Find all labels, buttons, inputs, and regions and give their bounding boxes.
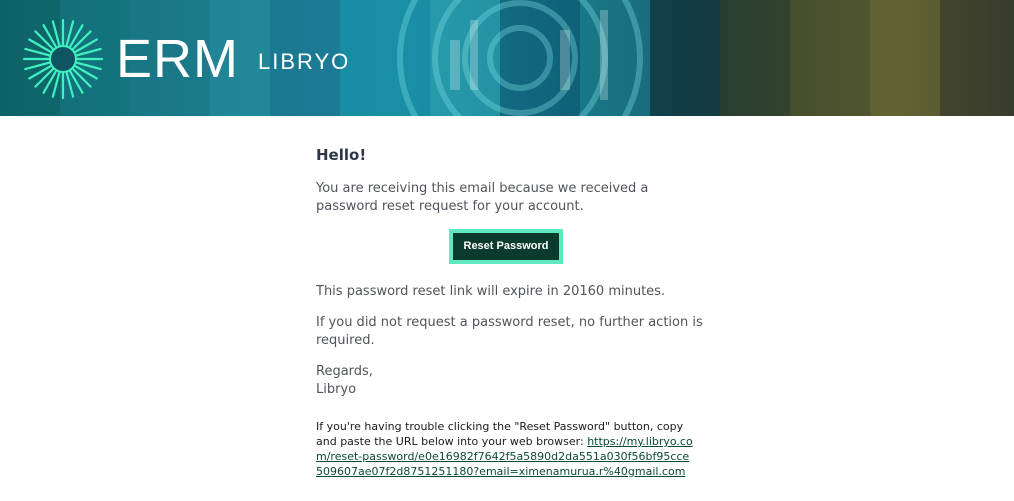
brand-erm: ERM bbox=[116, 29, 239, 89]
header-banner: ERM LIBRYO bbox=[0, 0, 1014, 116]
trouble-note: If you're having trouble clicking the "R… bbox=[316, 419, 696, 479]
button-container: Reset Password bbox=[306, 229, 706, 264]
brand-logo: ERM LIBRYO bbox=[22, 18, 350, 100]
regards-text: Regards, bbox=[316, 364, 373, 379]
sunburst-logo-icon bbox=[22, 18, 104, 100]
greeting: Hello! bbox=[316, 146, 367, 164]
brand-libryo: LIBRYO bbox=[258, 49, 351, 74]
reset-password-button[interactable]: Reset Password bbox=[448, 229, 564, 264]
signature-text: Libryo bbox=[316, 382, 357, 397]
intro-text: You are receiving this email because we … bbox=[316, 181, 649, 214]
email-body: Hello! You are receiving this email beca… bbox=[316, 140, 706, 479]
brand-divider bbox=[253, 37, 254, 81]
expiry-text: This password reset link will expire in … bbox=[316, 284, 666, 299]
no-action-text: If you did not request a password reset,… bbox=[316, 315, 703, 348]
